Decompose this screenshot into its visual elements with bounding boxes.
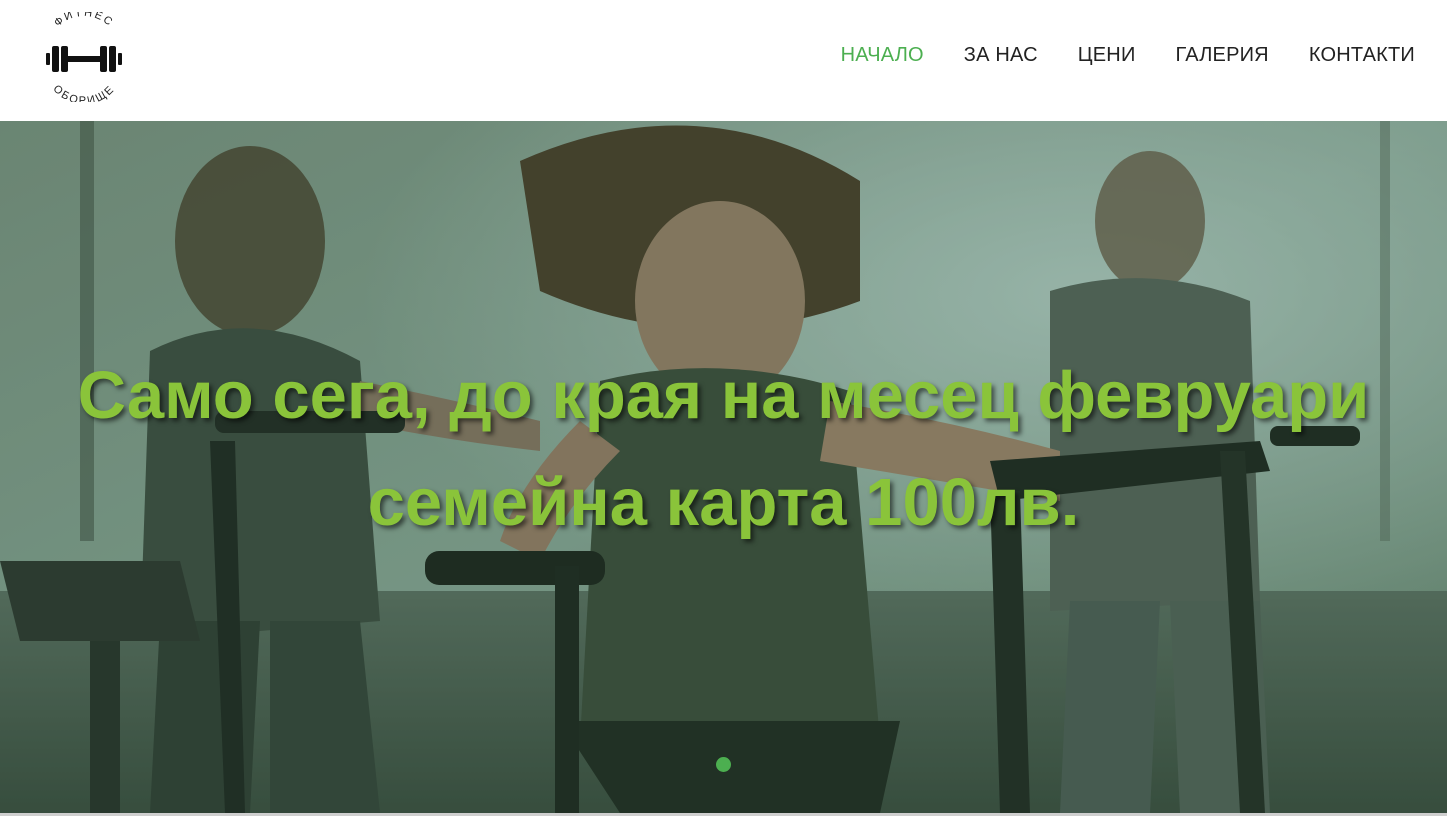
main-nav: НАЧАЛО ЗА НАС ЦЕНИ ГАЛЕРИЯ КОНТАКТИ xyxy=(841,44,1415,67)
brand-bottom-text: ОБОРИЩЕ xyxy=(51,83,116,102)
nav-item-gallery[interactable]: ГАЛЕРИЯ xyxy=(1176,44,1269,67)
slider-dot[interactable] xyxy=(716,757,731,772)
site-header: ФИТНЕС ОБОРИЩЕ НАЧАЛО ЗА НАС ЦЕНИ ГАЛЕРИ… xyxy=(0,0,1447,121)
nav-item-contacts[interactable]: КОНТАКТИ xyxy=(1309,44,1415,67)
nav-item-prices[interactable]: ЦЕНИ xyxy=(1078,44,1136,67)
slider-pagination xyxy=(0,757,1447,772)
hero-headline: Само сега, до края на месец февруари сем… xyxy=(0,342,1447,556)
logo[interactable]: ФИТНЕС ОБОРИЩЕ xyxy=(36,12,132,102)
nav-item-home[interactable]: НАЧАЛО xyxy=(841,44,924,67)
nav-item-about[interactable]: ЗА НАС xyxy=(964,44,1038,67)
hero-headline-line1: Само сега, до края на месец февруари xyxy=(77,357,1370,433)
hero-headline-line2: семейна карта 100лв. xyxy=(367,465,1080,541)
hero-slider: Само сега, до края на месец февруари сем… xyxy=(0,121,1447,813)
svg-text:ОБОРИЩЕ: ОБОРИЩЕ xyxy=(51,83,118,102)
brand-top-text: ФИТНЕС xyxy=(52,12,114,29)
dumbbell-icon: ФИТНЕС ОБОРИЩЕ xyxy=(46,12,122,102)
svg-text:ФИТНЕС: ФИТНЕС xyxy=(52,12,116,29)
